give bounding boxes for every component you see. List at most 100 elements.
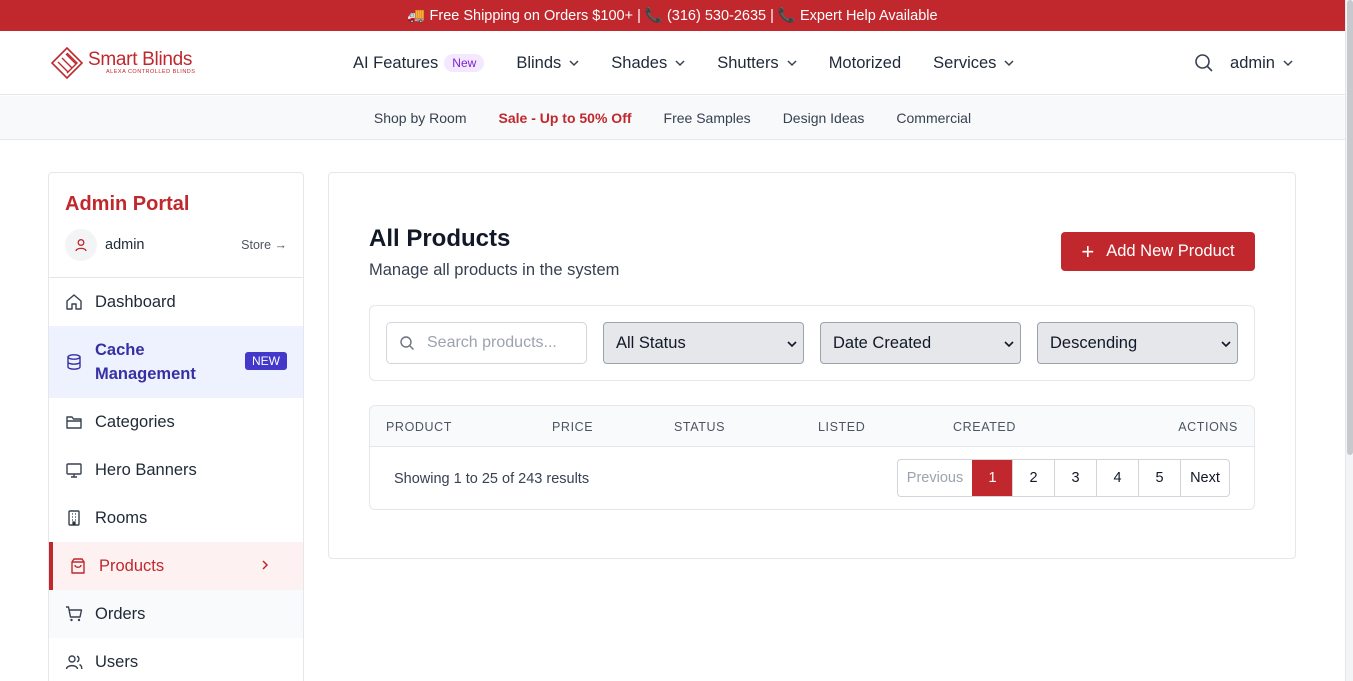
chevron-down-icon [787,341,797,348]
subnav-shop-by-room[interactable]: Shop by Room [374,110,467,126]
search-icon [400,336,414,350]
column-header-price[interactable]: PRICE [552,420,593,434]
sort-by-select[interactable]: Date Created [820,322,1021,364]
page-2-button[interactable]: 2 [1012,460,1054,496]
column-header-created[interactable]: CREATED [953,420,1016,434]
sub-nav: Shop by Room Sale - Up to 50% Off Free S… [0,96,1345,140]
page-subtitle: Manage all products in the system [369,261,620,279]
subnav-sale[interactable]: Sale - Up to 50% Off [499,110,632,126]
sidebar-item-label: Dashboard [95,292,176,311]
nav-label: Motorized [828,53,902,72]
folder-icon [66,416,82,429]
nav-label: AI Features [353,53,439,72]
chevron-down-icon [569,60,579,67]
sort-by-select-value: Date Created [833,333,932,352]
subnav-free-samples[interactable]: Free Samples [664,110,751,126]
user-menu[interactable]: admin [1230,54,1293,73]
sidebar-item-categories[interactable]: Categories [49,398,303,446]
avatar [65,229,97,261]
add-new-product-button[interactable]: + Add New Product [1061,232,1255,271]
column-header-status[interactable]: STATUS [674,420,725,434]
nav-label: Shutters [717,53,779,72]
user-icon [75,239,87,252]
sidebar-item-label: Orders [95,604,146,623]
previous-page-button[interactable]: Previous [898,460,972,496]
results-count: Showing 1 to 25 of 243 results [394,471,590,487]
sidebar-item-orders[interactable]: Orders [49,590,303,638]
sidebar-item-products[interactable]: Products [49,542,303,590]
nav-shades[interactable]: Shades [611,54,685,73]
next-page-button[interactable]: Next [1180,460,1229,496]
sort-order-select[interactable]: Descending [1037,322,1238,364]
page-4-button[interactable]: 4 [1096,460,1138,496]
pagination: Previous 1 2 3 4 5 Next [897,459,1230,497]
search-placeholder: Search products... [427,334,557,351]
nav-label: Blinds [516,53,562,72]
products-table: PRODUCT PRICE STATUS LISTED CREATED ACTI… [369,405,1255,510]
home-icon [66,294,82,310]
logo-subtitle: ALEXA CONTROLLED BLINDS [106,68,196,75]
products-panel: All Products Manage all products in the … [328,172,1296,559]
chevron-down-icon [1221,341,1231,348]
sidebar-username: admin [105,237,145,253]
admin-sidebar: Admin Portal admin Store → Dashboard Cac… [48,172,304,681]
sidebar-title: Admin Portal [65,193,190,215]
logo-title: Smart Blinds [88,48,193,70]
nav-motorized[interactable]: Motorized [829,54,901,73]
new-badge: New [444,54,485,72]
database-icon [67,354,81,370]
sidebar-user: admin Store → [65,228,287,262]
nav-ai-features[interactable]: AI Features New [353,53,485,73]
column-header-actions: ACTIONS [1178,420,1238,434]
column-header-listed[interactable]: LISTED [818,420,865,434]
search-icon[interactable] [1194,53,1214,73]
logo[interactable]: Smart Blinds ALEXA CONTROLLED BLINDS [50,46,195,80]
scrollbar-thumb[interactable] [1347,0,1353,455]
new-badge: NEW [245,352,287,370]
monitor-icon [66,463,82,478]
user-menu-label: admin [1230,53,1275,72]
page-3-button[interactable]: 3 [1054,460,1096,496]
table-header: PRODUCT PRICE STATUS LISTED CREATED ACTI… [370,406,1254,447]
store-link[interactable]: Store → [241,238,287,252]
sidebar-item-label: Categories [95,412,175,431]
cart-icon [66,606,83,622]
nav-label: Services [933,53,997,72]
sidebar-item-users[interactable]: Users [49,638,303,681]
nav-services[interactable]: Services [933,54,1014,73]
subnav-commercial[interactable]: Commercial [896,110,971,126]
sidebar-item-label: Users [95,652,139,671]
users-icon [65,655,83,670]
column-header-product[interactable]: PRODUCT [386,420,452,434]
sort-order-select-value: Descending [1050,333,1138,352]
search-input[interactable]: Search products... [386,322,587,364]
page-5-button[interactable]: 5 [1138,460,1180,496]
promo-text: 🚚 Free Shipping on Orders $100+ | 📞 (316… [407,8,938,24]
sidebar-item-label: Cache Management [95,341,196,383]
sidebar-item-label: Hero Banners [95,460,197,479]
sidebar-header: Admin Portal admin Store → [49,173,303,278]
plus-icon: + [1081,238,1095,264]
chevron-down-icon [1283,60,1293,67]
sidebar-item-dashboard[interactable]: Dashboard [49,278,303,326]
sidebar-item-label: Rooms [95,508,148,527]
sidebar-item-hero-banners[interactable]: Hero Banners [49,446,303,494]
status-select[interactable]: All Status [603,322,804,364]
main-nav: AI Features New Blinds Shades Shutters M… [353,31,1046,95]
page-1-button[interactable]: 1 [972,460,1012,496]
sidebar-item-label: Products [99,556,165,575]
sidebar-item-cache-management[interactable]: Cache Management NEW [49,326,303,398]
page-scrollbar[interactable] [1345,0,1353,681]
filter-bar: Search products... All Status Date Creat… [369,305,1255,381]
chevron-down-icon [787,60,797,67]
sidebar-item-rooms[interactable]: Rooms [49,494,303,542]
subnav-design-ideas[interactable]: Design Ideas [783,110,865,126]
add-button-label: Add New Product [1106,242,1235,260]
site-header: Smart Blinds ALEXA CONTROLLED BLINDS AI … [0,31,1345,95]
table-footer: Showing 1 to 25 of 243 results Previous … [370,447,1254,509]
nav-shutters[interactable]: Shutters [717,53,797,73]
shopping-bag-icon [71,558,85,574]
nav-blinds[interactable]: Blinds [516,54,579,73]
chevron-down-icon [1004,60,1014,67]
status-select-value: All Status [616,333,686,352]
